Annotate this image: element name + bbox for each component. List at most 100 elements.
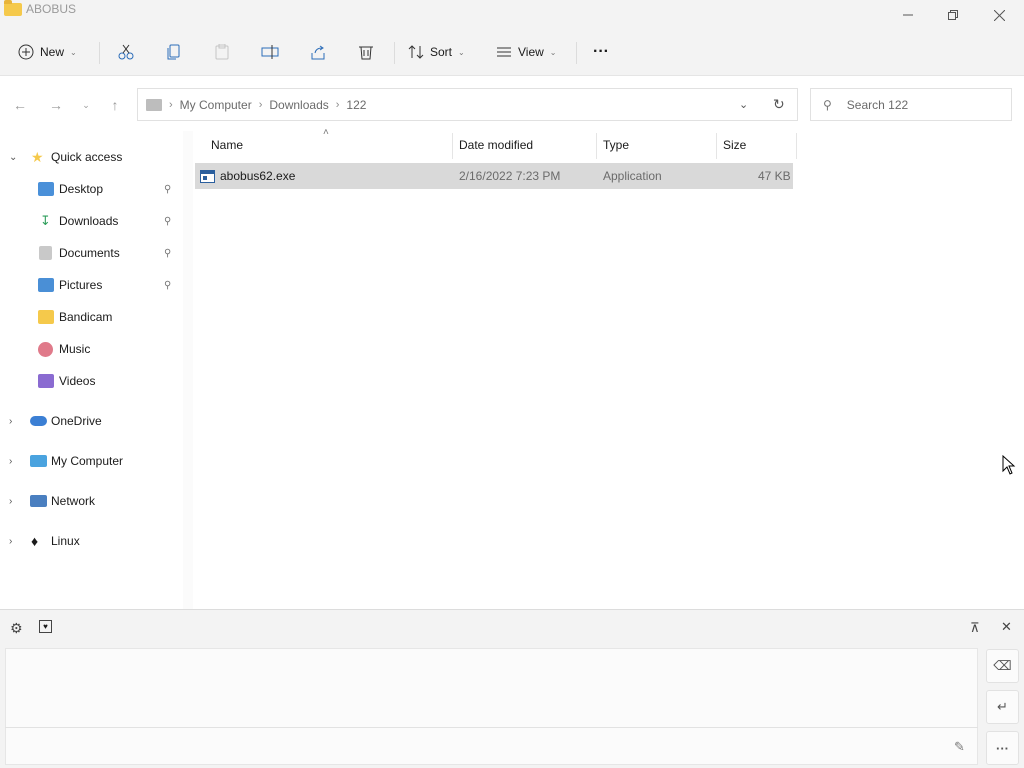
close-icon: ✕	[1001, 619, 1012, 634]
input-panel: ⚙ ♥ ⊼ ✕ ✎ ⌫ ↵ ···	[0, 609, 1024, 768]
share-button[interactable]	[302, 38, 334, 66]
paste-button[interactable]	[206, 38, 238, 66]
dock-icon: ⊼	[970, 620, 980, 635]
forward-button[interactable]: →	[46, 95, 66, 115]
column-divider[interactable]	[796, 133, 797, 159]
sidebar-item-onedrive[interactable]: › OneDrive	[0, 406, 183, 436]
sidebar-item-downloads[interactable]: ↧ Downloads ⚲	[0, 206, 183, 236]
window-title-text: ABOBUS	[26, 2, 77, 16]
chevron-right-icon: ›	[9, 415, 13, 427]
address-history-button[interactable]: ⌄	[739, 98, 748, 111]
sidebar-item-videos[interactable]: Videos	[0, 366, 183, 396]
settings-button[interactable]: ⚙	[10, 620, 23, 637]
new-label: New	[40, 45, 65, 59]
column-header-type[interactable]: Type	[603, 131, 629, 159]
column-header-date[interactable]: Date modified	[459, 131, 533, 159]
sidebar-item-bandicam[interactable]: Bandicam	[0, 302, 183, 332]
chevron-down-icon: ⌄	[458, 47, 465, 57]
sidebar-item-my-computer[interactable]: › My Computer	[0, 446, 183, 476]
column-divider[interactable]	[716, 133, 717, 159]
folder-icon	[38, 310, 54, 324]
enter-button[interactable]: ↵	[986, 690, 1019, 724]
text-input-area[interactable]	[5, 648, 978, 765]
column-header-name[interactable]: Name	[211, 131, 243, 159]
dock-button[interactable]: ⊼	[970, 620, 980, 636]
sidebar-item-pictures[interactable]: Pictures ⚲	[0, 270, 183, 300]
backspace-button[interactable]: ⌫	[986, 649, 1019, 683]
column-header-size[interactable]: Size	[723, 131, 746, 159]
up-button[interactable]: ↑	[105, 95, 125, 115]
scissors-icon	[118, 44, 134, 60]
sidebar-item-music[interactable]: Music	[0, 334, 183, 364]
chevron-down-icon: ⌄	[9, 151, 18, 163]
rename-icon	[261, 45, 279, 59]
sidebar-item-label: Videos	[59, 374, 96, 388]
share-icon	[311, 45, 325, 60]
chevron-down-icon: ⌄	[82, 99, 90, 110]
arrow-up-icon: ↑	[111, 97, 119, 113]
minimize-icon	[903, 14, 913, 16]
address-bar[interactable]: › My Computer › Downloads › 122 ⌄ ↻	[137, 88, 798, 121]
rename-button[interactable]	[254, 38, 286, 66]
computer-icon	[146, 98, 162, 111]
window-title: ABOBUS	[4, 0, 77, 16]
cut-button[interactable]	[110, 38, 142, 66]
restore-button[interactable]	[930, 0, 976, 30]
recent-locations-button[interactable]: ⌄	[76, 95, 96, 115]
file-size: 47 KB	[758, 169, 791, 183]
emoji-button[interactable]: ♥	[39, 620, 52, 633]
breadcrumb-item[interactable]: Downloads	[269, 98, 328, 112]
trash-icon	[359, 46, 373, 60]
handwriting-button[interactable]: ✎	[954, 739, 965, 755]
sort-button[interactable]: Sort ⌄	[408, 38, 465, 66]
sidebar-item-label: Desktop	[59, 182, 104, 196]
refresh-button[interactable]: ↻	[773, 96, 785, 113]
search-placeholder: Search 122	[846, 97, 909, 112]
sidebar-item-quick-access[interactable]: ⌄ ★ Quick access	[0, 142, 183, 172]
new-button[interactable]: New ⌄	[18, 38, 77, 66]
arrow-right-icon: →	[49, 97, 63, 113]
pane-splitter[interactable]	[183, 131, 193, 609]
more-keys-button[interactable]: ···	[986, 731, 1019, 765]
divider	[394, 42, 395, 64]
more-icon: ···	[996, 740, 1009, 756]
sidebar-item-label: My Computer	[51, 454, 124, 468]
star-icon: ★	[31, 148, 44, 165]
file-list: ˄ Name Date modified Type Size abobus62.…	[193, 127, 1024, 609]
file-name: abobus62.exe	[220, 169, 296, 183]
sidebar-item-desktop[interactable]: Desktop ⚲	[0, 174, 183, 204]
file-row[interactable]: abobus62.exe 2/16/2022 7:23 PM Applicati…	[195, 163, 793, 189]
more-options-button[interactable]: ···	[585, 38, 617, 66]
cloud-icon	[30, 416, 47, 426]
breadcrumb-item[interactable]: My Computer	[180, 98, 252, 112]
breadcrumb-item[interactable]: 122	[346, 98, 366, 112]
monitor-icon	[30, 455, 47, 467]
application-icon	[200, 169, 215, 183]
panel-close-button[interactable]: ✕	[1001, 619, 1012, 635]
chevron-right-icon: ›	[9, 495, 13, 507]
copy-button[interactable]	[158, 38, 190, 66]
sidebar-item-documents[interactable]: Documents ⚲	[0, 238, 183, 268]
divider	[99, 42, 100, 64]
sort-ascending-icon: ˄	[323, 127, 329, 138]
sidebar-item-linux[interactable]: › ♦ Linux	[0, 526, 183, 556]
penguin-icon: ♦	[31, 533, 39, 549]
pin-icon: ⚲	[164, 183, 172, 195]
close-button[interactable]	[976, 0, 1022, 30]
column-divider[interactable]	[596, 133, 597, 159]
sidebar-item-label: Bandicam	[59, 310, 113, 324]
sidebar-item-label: Music	[59, 342, 91, 356]
sidebar-item-label: Documents	[59, 246, 120, 260]
view-button[interactable]: View ⌄	[496, 38, 557, 66]
video-icon	[38, 374, 54, 388]
search-icon: ⚲	[823, 97, 832, 112]
back-button[interactable]: ←	[10, 95, 30, 115]
search-input[interactable]: ⚲ Search 122	[810, 88, 1012, 121]
minimize-button[interactable]	[885, 0, 931, 30]
backspace-icon: ⌫	[993, 658, 1012, 673]
column-divider[interactable]	[452, 133, 453, 159]
chevron-right-icon: ›	[258, 98, 263, 111]
sidebar-item-network[interactable]: › Network	[0, 486, 183, 516]
delete-button[interactable]	[350, 38, 382, 66]
chevron-right-icon: ›	[335, 98, 340, 111]
